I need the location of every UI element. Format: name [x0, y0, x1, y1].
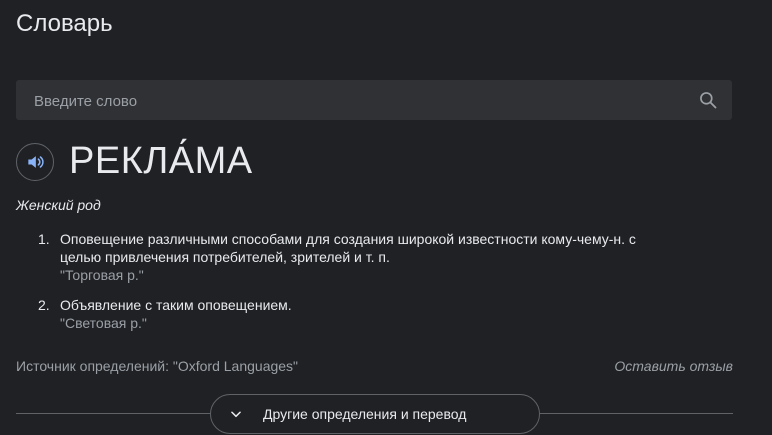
definitions-list: 1. Оповещение различными способами для с… [36, 230, 736, 332]
definition-number: 1. [38, 231, 50, 247]
definition-number: 2. [38, 297, 50, 313]
definition-text: Объявление с таким оповещением. [60, 297, 292, 313]
search-input[interactable] [32, 80, 676, 122]
definitions-source: Источник определений: "Oxford Languages" [16, 358, 299, 374]
definition-item: 2. Объявление с таким оповещением. "Свет… [36, 296, 736, 332]
speaker-icon [28, 156, 44, 168]
divider-right [540, 413, 733, 414]
chevron-down-icon [231, 411, 241, 418]
page-title: Словарь [16, 10, 113, 37]
definition-item: 1. Оповещение различными способами для с… [36, 230, 736, 284]
definition-text-continued: целью привлечения потребителей, зрителей… [60, 249, 390, 265]
part-of-speech: Женский род [16, 197, 101, 213]
more-definitions-button[interactable]: Другие определения и перевод [210, 394, 540, 434]
definition-example: "Световая р." [60, 315, 147, 331]
headword: РЕКЛА́МА [69, 140, 253, 182]
divider-left [16, 413, 210, 414]
definition-example: "Торговая р." [60, 267, 144, 283]
search-icon[interactable] [698, 90, 718, 110]
feedback-link[interactable]: Оставить отзыв [614, 358, 733, 374]
more-definitions-label: Другие определения и перевод [263, 406, 467, 422]
pronunciation-button[interactable] [16, 143, 54, 181]
definition-text: Оповещение различными способами для созд… [60, 231, 636, 247]
search-box[interactable] [16, 80, 732, 122]
